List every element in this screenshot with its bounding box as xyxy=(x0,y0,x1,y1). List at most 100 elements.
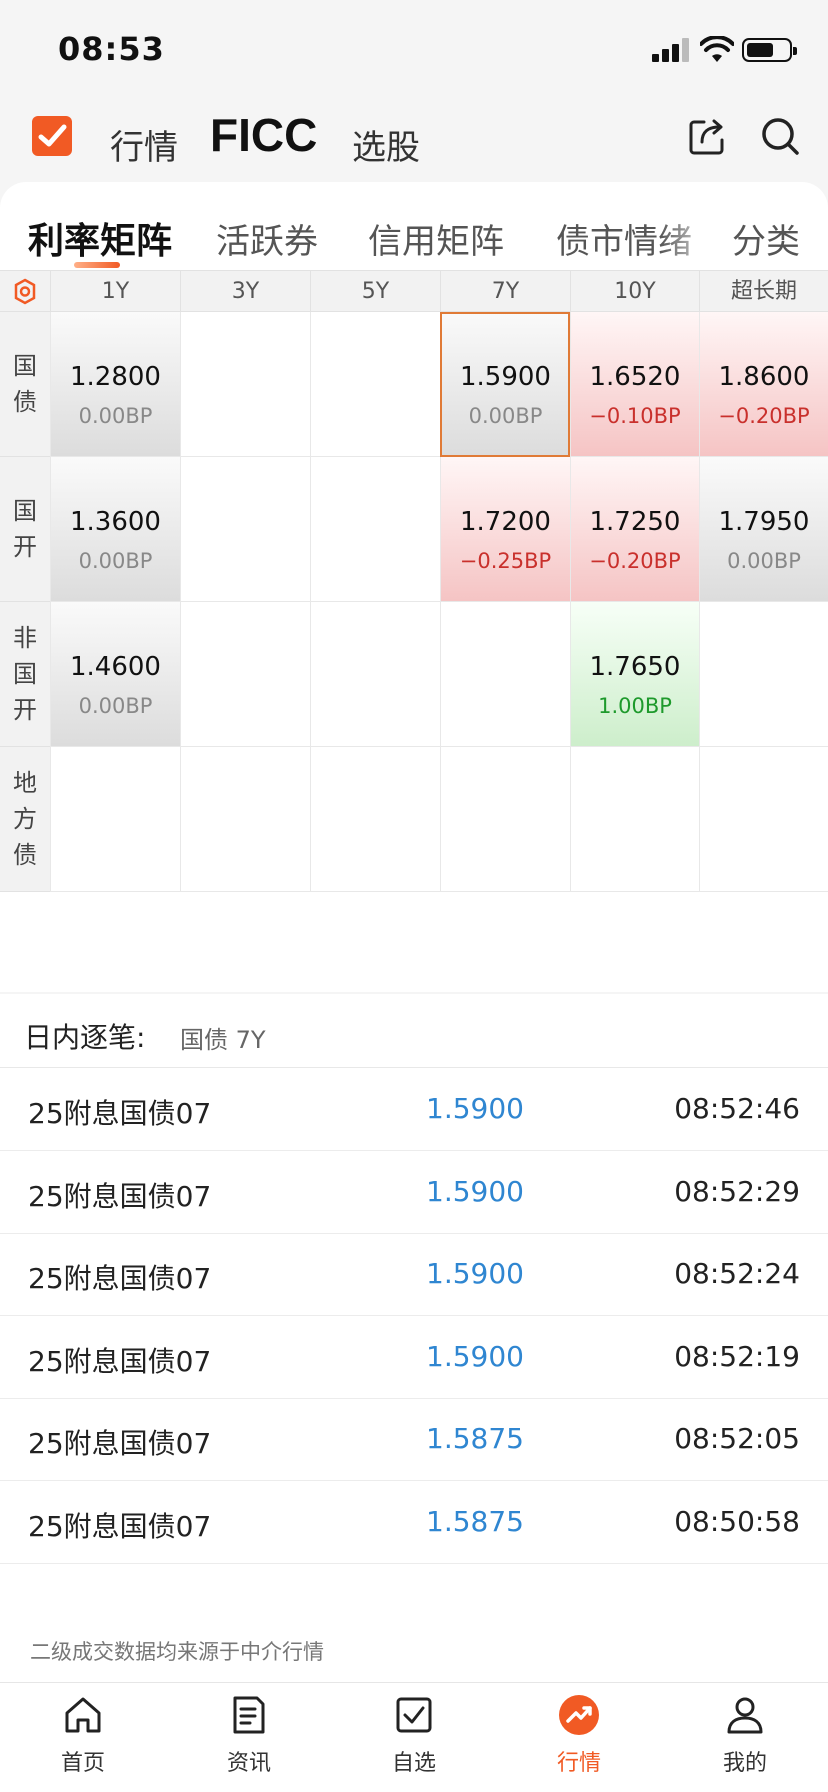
yield-value: 1.7200 xyxy=(460,507,551,537)
matrix-cell[interactable] xyxy=(180,312,310,457)
col-header-7y[interactable]: 7Y xyxy=(440,271,570,313)
bond-name: 25附息国债07 xyxy=(28,1097,212,1130)
col-header-10y[interactable]: 10Y xyxy=(570,271,699,313)
nav-news-label: 资讯 xyxy=(226,1751,271,1776)
row-label[interactable]: 非国开 xyxy=(0,602,50,747)
app-logo-icon[interactable] xyxy=(32,116,72,156)
trade-row[interactable]: 25附息国债07 1.5875 08:49:49 xyxy=(0,1563,828,1592)
trade-row[interactable]: 25附息国债07 1.5900 08:52:24 xyxy=(0,1233,828,1316)
subtab-category[interactable]: 分类 xyxy=(732,214,800,263)
row-label[interactable]: 国债 xyxy=(0,312,50,457)
subtab-rate-matrix[interactable]: 利率矩阵 xyxy=(28,212,172,264)
nav-market[interactable]: 行情 xyxy=(524,1693,634,1777)
trade-time: 08:52:05 xyxy=(674,1422,800,1455)
yield-change: −0.20BP xyxy=(589,549,681,573)
bond-name: 25附息国债07 xyxy=(28,1179,212,1213)
col-header-3y[interactable]: 3Y xyxy=(180,271,310,313)
yield-value: 1.5900 xyxy=(460,362,551,392)
bond-name: 25附息国债07 xyxy=(28,1262,212,1295)
battery-icon xyxy=(742,38,797,62)
tab-ficc[interactable]: FICC xyxy=(210,108,317,162)
matrix-cell[interactable] xyxy=(440,602,570,747)
subtab-credit-matrix[interactable]: 信用矩阵 xyxy=(368,214,504,263)
matrix-cell[interactable]: 1.2800 0.00BP xyxy=(50,312,180,457)
content-card: 利率矩阵 活跃券 信用矩阵 债市情绪 分类 1Y 3Y 5Y 7Y 10Y 超长… xyxy=(0,182,828,992)
matrix-cell[interactable]: 1.7200 −0.25BP xyxy=(440,457,570,602)
matrix-cell[interactable] xyxy=(699,602,828,747)
market-icon xyxy=(559,1695,599,1735)
trade-price: 1.5900 xyxy=(426,1092,524,1125)
yield-value: 1.4600 xyxy=(70,652,161,682)
matrix-cell[interactable]: 1.6520 −0.10BP xyxy=(570,312,699,457)
bond-name: 25附息国债07 xyxy=(28,1427,212,1460)
nav-profile-label: 我的 xyxy=(722,1751,767,1776)
nav-watchlist[interactable]: 自选 xyxy=(359,1693,469,1777)
share-icon[interactable] xyxy=(686,114,730,158)
matrix-cell[interactable]: 1.8600 −0.20BP xyxy=(699,312,828,457)
trade-time: 08:52:19 xyxy=(674,1339,800,1373)
matrix-cell[interactable]: 1.7650 1.00BP xyxy=(570,602,699,747)
matrix-header-row: 1Y 3Y 5Y 7Y 10Y 超长期 xyxy=(0,270,828,313)
nav-news[interactable]: 资讯 xyxy=(194,1693,304,1777)
matrix-cell[interactable]: 1.7250 −0.20BP xyxy=(570,457,699,602)
trade-row[interactable]: 25附息国债07 1.5875 08:52:05 xyxy=(0,1398,828,1481)
sub-tab-bar: 利率矩阵 活跃券 信用矩阵 债市情绪 分类 xyxy=(0,182,828,270)
watchlist-icon xyxy=(396,1697,432,1733)
tab-market[interactable]: 行情 xyxy=(110,120,178,169)
yield-value: 1.2800 xyxy=(70,362,161,392)
trade-price: 1.5875 xyxy=(370,1587,580,1592)
subtab-active-bonds[interactable]: 活跃券 xyxy=(216,214,318,263)
matrix-cell[interactable] xyxy=(180,747,310,892)
matrix-cell[interactable] xyxy=(180,457,310,602)
trade-row[interactable]: 25附息国债07 1.5900 08:52:19 xyxy=(0,1316,828,1399)
nav-home-label: 首页 xyxy=(60,1751,105,1776)
trade-price: 1.5875 xyxy=(426,1504,524,1538)
intraday-header: 日内逐笔: 国债 7Y xyxy=(0,994,828,1068)
news-icon xyxy=(233,1696,265,1734)
trade-row[interactable]: 25附息国债07 1.5875 08:50:58 xyxy=(0,1481,828,1564)
yield-change: 0.00BP xyxy=(78,694,153,718)
row-label-text: 地方债 xyxy=(13,769,37,869)
yield-change: 0.00BP xyxy=(78,404,153,428)
matrix-cell[interactable]: 1.7950 0.00BP xyxy=(699,457,828,602)
intraday-trades-panel: 日内逐笔: 国债 7Y 25附息国债07 1.5900 08:52:46 25附息国债… xyxy=(0,994,828,1682)
row-label-text: 非国开 xyxy=(13,624,37,724)
matrix-cell[interactable] xyxy=(570,747,699,892)
tab-stock-picker[interactable]: 选股 xyxy=(352,120,420,169)
row-label-text: 国开 xyxy=(13,497,37,561)
matrix-cell[interactable] xyxy=(310,457,440,602)
matrix-cell[interactable] xyxy=(310,312,440,457)
col-header-ultra-long[interactable]: 超长期 xyxy=(699,271,828,313)
nav-market-label: 行情 xyxy=(556,1751,601,1776)
col-header-5y[interactable]: 5Y xyxy=(310,271,440,313)
matrix-cell[interactable]: 1.5900 0.00BP xyxy=(440,312,570,457)
trade-time: 08:52:29 xyxy=(674,1174,800,1208)
trade-row[interactable]: 25附息国债07 1.5900 08:52:46 xyxy=(0,1068,828,1151)
matrix-cell[interactable] xyxy=(310,602,440,747)
yield-change: −0.20BP xyxy=(718,404,810,428)
nav-profile[interactable]: 我的 xyxy=(690,1693,800,1777)
matrix-cell[interactable]: 1.4600 0.00BP xyxy=(50,602,180,747)
matrix-cell[interactable] xyxy=(310,747,440,892)
yield-value: 1.8600 xyxy=(718,362,810,392)
trade-row[interactable]: 25附息国债07 1.5900 08:52:29 xyxy=(0,1151,828,1234)
trade-time: 08:49:49 xyxy=(674,1587,800,1592)
col-header-1y[interactable]: 1Y xyxy=(50,271,180,313)
row-label[interactable]: 国开 xyxy=(0,457,50,602)
yield-change: −0.25BP xyxy=(459,549,552,573)
wifi-icon xyxy=(700,36,734,62)
bond-name: 25附息国债07 xyxy=(28,1509,212,1543)
bond-name: 25附息国债07 xyxy=(28,1344,212,1378)
trade-list[interactable]: 25附息国债07 1.5900 08:52:46 25附息国债07 1.5900 08:5… xyxy=(0,1068,828,1592)
top-header: 行情 FICC 选股 xyxy=(0,100,828,182)
matrix-cell[interactable] xyxy=(180,602,310,747)
nav-home[interactable]: 首页 xyxy=(28,1693,138,1777)
row-label[interactable]: 地方债 xyxy=(0,747,50,892)
matrix-settings-icon[interactable] xyxy=(0,271,50,313)
matrix-cell[interactable] xyxy=(699,747,828,892)
search-icon[interactable] xyxy=(758,114,802,158)
matrix-cell[interactable] xyxy=(50,747,180,892)
matrix-cell[interactable] xyxy=(440,747,570,892)
matrix-cell[interactable]: 1.3600 0.00BP xyxy=(50,457,180,602)
intraday-subtitle: 国债 7Y xyxy=(180,1026,266,1054)
